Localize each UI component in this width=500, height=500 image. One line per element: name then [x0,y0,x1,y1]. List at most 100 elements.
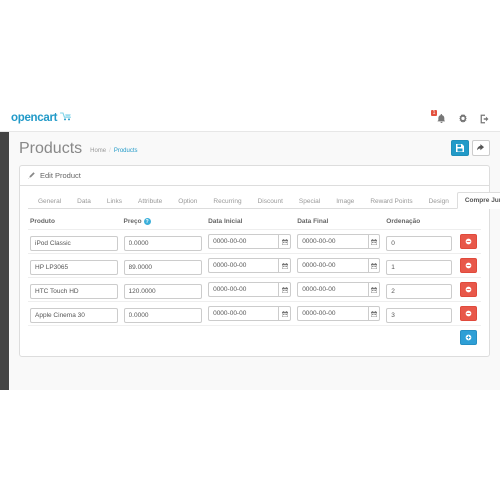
remove-row-button[interactable] [460,234,477,250]
remove-row-button[interactable] [460,258,477,274]
produto-input[interactable] [30,260,118,276]
logout-icon[interactable] [474,108,496,130]
shopping-cart-icon [60,112,72,121]
top-navigation-bar: opencart 1 [0,105,500,132]
bottom-whitespace [0,390,500,500]
plus-circle-icon [465,334,472,341]
cell-ordenacao [384,253,456,278]
calendar-icon[interactable] [367,234,381,250]
data-final-input[interactable] [297,282,368,298]
cell-data-inicial [206,229,296,254]
cell-actions [456,277,481,302]
data-final-input[interactable] [297,234,368,250]
data-inicial-input[interactable] [208,258,279,274]
ordenacao-input[interactable] [386,260,452,276]
col-produto: Produto [28,216,122,230]
cell-preco [121,253,207,278]
page-title: Products [19,139,83,157]
data-final-input[interactable] [297,258,368,274]
preco-input[interactable] [123,260,203,276]
preco-input[interactable] [123,308,203,324]
cell-ordenacao [384,229,456,254]
cell-data-inicial [206,301,296,326]
data-inicial-group [208,306,292,322]
back-button[interactable] [472,140,490,156]
info-icon[interactable]: ? [143,218,151,225]
tab-design[interactable]: Design [421,193,457,209]
produto-input[interactable] [30,308,118,324]
col-preco-label: Preço [123,218,142,226]
cell-produto [28,277,122,302]
cell-data-final [295,301,385,326]
data-final-input[interactable] [297,306,368,322]
floppy-disk-icon [456,144,464,152]
tab-general[interactable]: General [30,193,69,209]
col-data-final: Data Final [295,216,384,230]
col-data-inicial-label: Data Inicial [208,218,243,226]
add-row-button[interactable] [460,330,477,346]
data-final-group [297,282,381,298]
calendar-icon[interactable] [278,258,292,274]
data-inicial-group [208,234,292,250]
cell-actions [456,253,481,278]
opencart-logo[interactable]: opencart [11,112,72,124]
breadcrumb-home[interactable]: Home [90,148,106,154]
table-body [28,229,481,326]
data-inicial-input[interactable] [208,234,279,250]
gear-icon[interactable] [452,108,474,130]
compre-junto-table: Produto Preço? Data Inicial Data Final O… [28,216,481,349]
ordenacao-input[interactable] [386,308,452,324]
data-inicial-input[interactable] [208,282,279,298]
save-button[interactable] [451,140,469,156]
tab-attribute[interactable]: Attribute [130,193,170,209]
cell-produto [28,301,122,326]
calendar-icon[interactable] [278,306,292,322]
remove-row-button[interactable] [460,306,477,322]
tab-reward-points[interactable]: Reward Points [362,193,420,209]
data-final-group [297,234,381,250]
table-row [28,253,481,278]
minus-circle-icon [465,262,472,269]
left-sidebar[interactable] [0,132,9,390]
data-final-group [297,258,381,274]
calendar-icon[interactable] [278,282,292,298]
breadcrumb-current[interactable]: Products [114,148,138,154]
top-whitespace [0,0,500,105]
cell-produto [28,229,122,254]
cell-data-inicial [206,253,296,278]
logo-text: opencart [11,112,58,124]
calendar-icon[interactable] [367,306,381,322]
calendar-icon[interactable] [367,258,381,274]
col-actions [456,216,481,230]
cell-preco [121,229,207,254]
ordenacao-input[interactable] [386,236,452,252]
data-inicial-input[interactable] [208,306,279,322]
bell-icon[interactable]: 1 [430,108,452,130]
preco-input[interactable] [123,284,203,300]
col-ordenacao: Ordenação [384,216,456,230]
tab-discount[interactable]: Discount [250,193,291,209]
tab-compre-junto[interactable]: Compre Junto [456,192,500,209]
tab-image[interactable]: Image [328,193,362,209]
tab-links[interactable]: Links [99,193,130,209]
ordenacao-input[interactable] [386,284,452,300]
pencil-icon [28,172,35,179]
produto-input[interactable] [30,284,118,300]
tab-data[interactable]: Data [69,193,99,209]
tab-recurring[interactable]: Recurring [205,193,249,209]
table-header-row: Produto Preço? Data Inicial Data Final O… [28,216,481,230]
remove-row-button[interactable] [460,282,477,298]
tab-option[interactable]: Option [170,193,205,209]
cell-actions [456,301,481,326]
preco-input[interactable] [123,236,203,252]
cell-ordenacao [384,301,456,326]
minus-circle-icon [465,286,472,293]
calendar-icon[interactable] [367,282,381,298]
calendar-icon[interactable] [278,234,292,250]
tab-special[interactable]: Special [291,193,328,209]
product-tabs: General Data Links Attribute Option Recu… [28,192,500,209]
table-head: Produto Preço? Data Inicial Data Final O… [28,216,481,230]
produto-input[interactable] [30,236,118,252]
reply-arrow-icon [476,144,486,152]
cell-preco [121,301,207,326]
